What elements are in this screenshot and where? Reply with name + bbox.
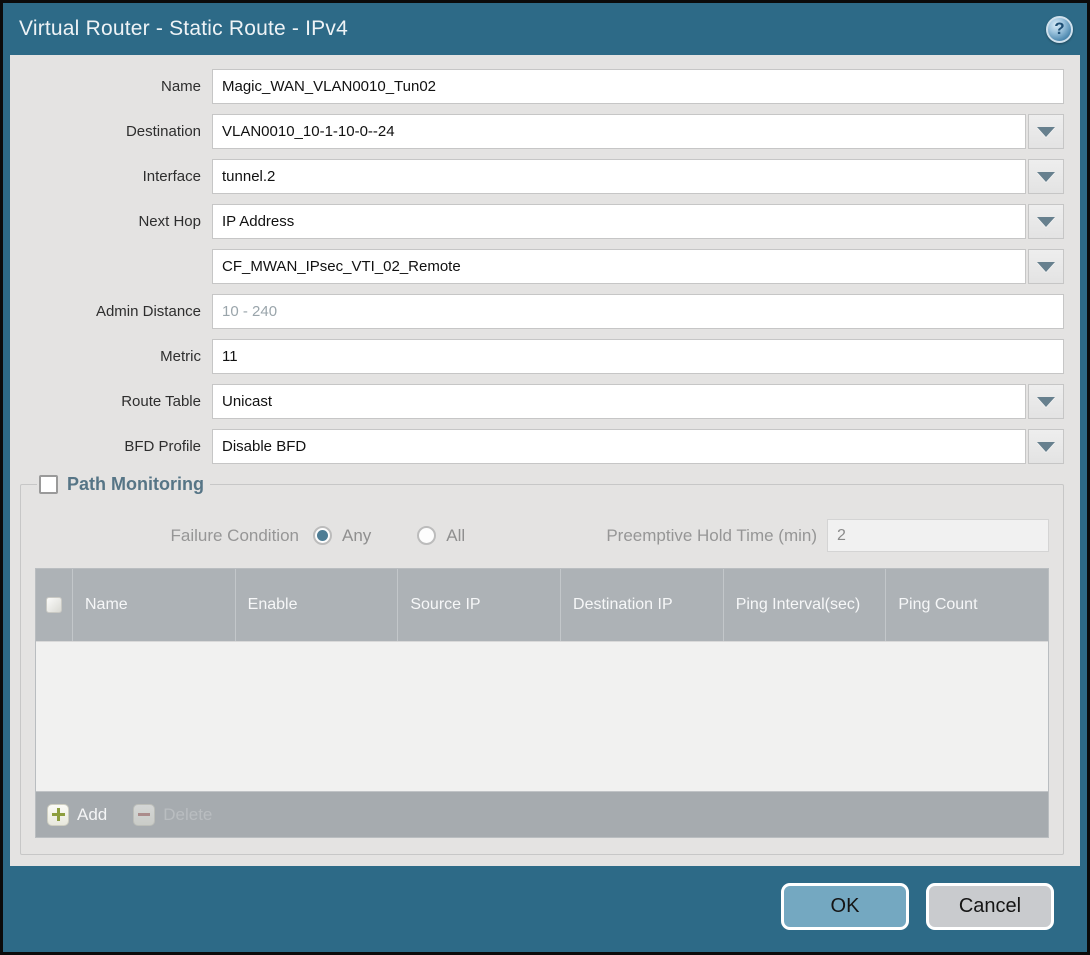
column-header-ping-count[interactable]: Ping Count xyxy=(885,569,1048,641)
chevron-down-icon xyxy=(1037,172,1055,182)
next-hop-address-row xyxy=(20,249,1064,284)
question-mark-glyph: ? xyxy=(1054,19,1065,39)
cancel-button[interactable]: Cancel xyxy=(926,883,1054,930)
dialog-title: Virtual Router - Static Route - IPv4 xyxy=(19,17,348,41)
failure-condition-any-radio[interactable] xyxy=(313,526,332,545)
column-header-source-ip[interactable]: Source IP xyxy=(397,569,560,641)
preemptive-hold-time-label: Preemptive Hold Time (min) xyxy=(606,526,827,546)
bfd-profile-row: BFD Profile xyxy=(20,429,1064,464)
admin-distance-row: Admin Distance xyxy=(20,294,1064,329)
route-table-input[interactable] xyxy=(212,384,1026,419)
title-bar: Virtual Router - Static Route - IPv4 ? xyxy=(3,3,1087,55)
destination-label: Destination xyxy=(20,123,212,140)
radio-selected-dot xyxy=(317,530,328,541)
column-header-name[interactable]: Name xyxy=(72,569,235,641)
plus-icon xyxy=(47,804,69,826)
failure-condition-all-label: All xyxy=(446,526,465,546)
name-input[interactable] xyxy=(212,69,1064,104)
admin-distance-input[interactable] xyxy=(212,294,1064,329)
metric-row: Metric xyxy=(20,339,1064,374)
failure-condition-any-label: Any xyxy=(342,526,371,546)
admin-distance-label: Admin Distance xyxy=(20,303,212,320)
minus-icon xyxy=(133,804,155,826)
column-header-destination-ip[interactable]: Destination IP xyxy=(560,569,723,641)
chevron-down-icon xyxy=(1037,397,1055,407)
bfd-profile-dropdown-button[interactable] xyxy=(1028,429,1064,464)
next-hop-address-dropdown-button[interactable] xyxy=(1028,249,1064,284)
table-body-empty xyxy=(36,641,1048,791)
metric-label: Metric xyxy=(20,348,212,365)
chevron-down-icon xyxy=(1037,127,1055,137)
table-toolbar: Add Delete xyxy=(36,791,1048,837)
help-icon[interactable]: ? xyxy=(1046,16,1073,43)
metric-input[interactable] xyxy=(212,339,1064,374)
delete-button[interactable]: Delete xyxy=(133,804,212,826)
path-monitoring-label: Path Monitoring xyxy=(67,474,204,495)
chevron-down-icon xyxy=(1037,217,1055,227)
interface-dropdown-button[interactable] xyxy=(1028,159,1064,194)
route-table-dropdown-button[interactable] xyxy=(1028,384,1064,419)
preemptive-hold-time-input[interactable] xyxy=(827,519,1049,552)
destination-dropdown-button[interactable] xyxy=(1028,114,1064,149)
route-table-row: Route Table xyxy=(20,384,1064,419)
next-hop-type-input[interactable] xyxy=(212,204,1026,239)
chevron-down-icon xyxy=(1037,442,1055,452)
add-button-label: Add xyxy=(77,805,107,825)
path-monitoring-table: Name Enable Source IP Destination IP Pin… xyxy=(35,568,1049,838)
destination-row: Destination xyxy=(20,114,1064,149)
dialog-footer: OK Cancel xyxy=(3,866,1087,952)
name-label: Name xyxy=(20,78,212,95)
route-table-label: Route Table xyxy=(20,393,212,410)
chevron-down-icon xyxy=(1037,262,1055,272)
dialog-body: Name Destination Interface xyxy=(10,55,1080,866)
failure-condition-row: Failure Condition Any All Preemptive Hol… xyxy=(35,519,1049,552)
next-hop-dropdown-button[interactable] xyxy=(1028,204,1064,239)
ok-button[interactable]: OK xyxy=(781,883,909,930)
failure-condition-all-radio[interactable] xyxy=(417,526,436,545)
bfd-profile-label: BFD Profile xyxy=(20,438,212,455)
column-header-enable[interactable]: Enable xyxy=(235,569,398,641)
table-header-row: Name Enable Source IP Destination IP Pin… xyxy=(36,569,1048,641)
select-all-checkbox[interactable] xyxy=(46,597,62,613)
name-row: Name xyxy=(20,69,1064,104)
interface-row: Interface xyxy=(20,159,1064,194)
path-monitoring-legend: Path Monitoring xyxy=(37,474,210,495)
failure-condition-label: Failure Condition xyxy=(35,526,313,546)
add-button[interactable]: Add xyxy=(47,804,107,826)
select-all-column xyxy=(36,569,72,641)
destination-input[interactable] xyxy=(212,114,1026,149)
next-hop-label: Next Hop xyxy=(20,213,212,230)
path-monitoring-checkbox[interactable] xyxy=(39,475,58,494)
path-monitoring-section: Path Monitoring Failure Condition Any Al… xyxy=(20,474,1064,855)
next-hop-address-input[interactable] xyxy=(212,249,1026,284)
interface-label: Interface xyxy=(20,168,212,185)
interface-input[interactable] xyxy=(212,159,1026,194)
next-hop-row: Next Hop xyxy=(20,204,1064,239)
column-header-ping-interval[interactable]: Ping Interval(sec) xyxy=(723,569,886,641)
delete-button-label: Delete xyxy=(163,805,212,825)
bfd-profile-input[interactable] xyxy=(212,429,1026,464)
static-route-dialog: Virtual Router - Static Route - IPv4 ? N… xyxy=(0,0,1090,955)
